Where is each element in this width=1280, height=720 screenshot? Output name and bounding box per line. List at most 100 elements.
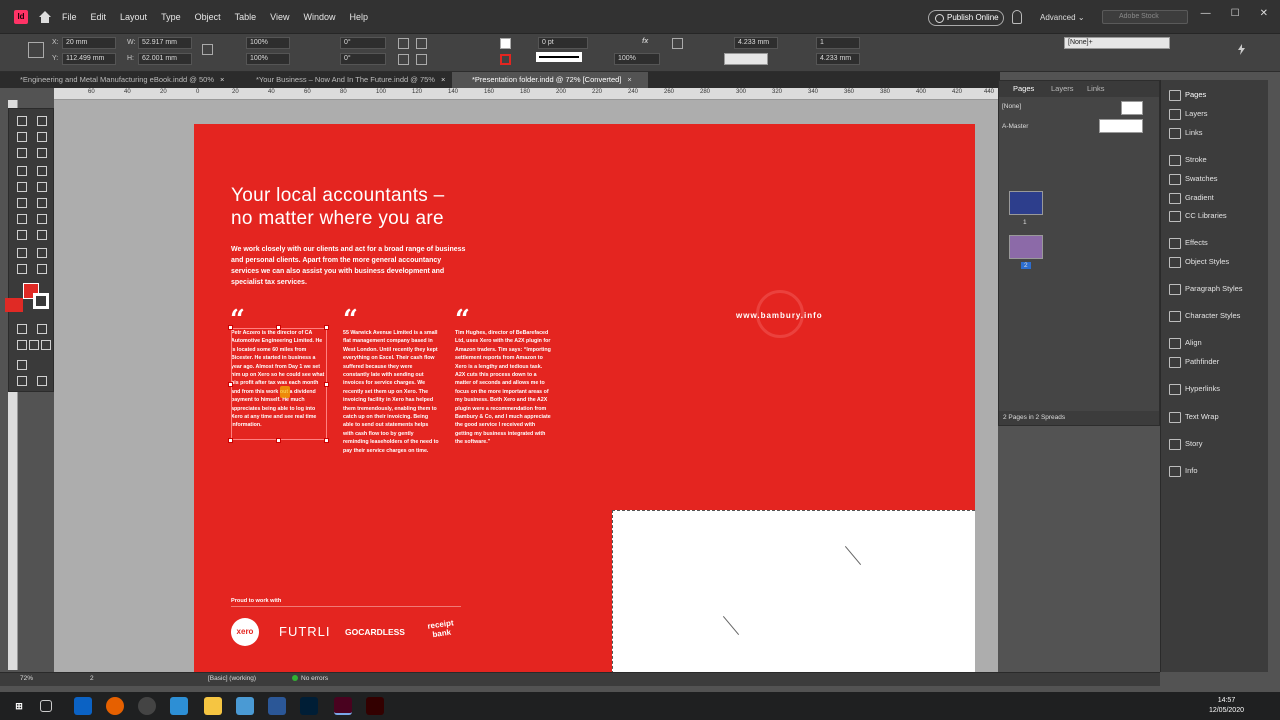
adobe-stock-search[interactable]: Adobe Stock	[1102, 10, 1188, 24]
zoom-level[interactable]: 72%	[20, 675, 33, 682]
file-explorer-icon[interactable]	[204, 697, 222, 715]
eyedropper-tool-icon[interactable]	[35, 247, 47, 258]
menu-file[interactable]: File	[62, 12, 77, 22]
apply-none-icon[interactable]	[39, 339, 51, 350]
website-url[interactable]: www.bambury.info	[736, 311, 823, 320]
dock-object-styles[interactable]: Object Styles	[1169, 257, 1229, 268]
task-view-icon[interactable]	[40, 700, 52, 712]
menu-type[interactable]: Type	[161, 12, 181, 22]
headline[interactable]: Your local accountants – no matter where…	[231, 184, 531, 230]
proud-heading[interactable]: Proud to work with	[231, 598, 281, 604]
dock-links[interactable]: Links	[1169, 128, 1203, 139]
app-icon[interactable]	[236, 697, 254, 715]
dock-paragraph-styles[interactable]: Paragraph Styles	[1169, 284, 1243, 295]
close-icon[interactable]: ×	[441, 75, 445, 84]
x-field[interactable]: 20 mm	[62, 37, 116, 49]
windows-start-icon[interactable]: ⊞	[10, 697, 28, 715]
reference-point-icon[interactable]	[28, 42, 44, 58]
a-master[interactable]: A-Master	[1002, 123, 1028, 130]
menu-object[interactable]: Object	[195, 12, 221, 22]
gradient-feather-tool-icon[interactable]	[35, 229, 47, 240]
apply-color-icon[interactable]	[15, 339, 27, 350]
document-page[interactable]: Your local accountants – no matter where…	[194, 124, 975, 672]
lightbulb-icon[interactable]	[1012, 10, 1022, 24]
resize-handle[interactable]	[276, 325, 281, 330]
app-icon[interactable]	[138, 697, 156, 715]
zoom-tool-icon[interactable]	[35, 263, 47, 274]
page-1-thumbnail[interactable]	[1009, 191, 1043, 215]
testimonial-3[interactable]: Tim Hughes, director of BeBarefaced Ltd,…	[455, 329, 551, 447]
close-icon[interactable]: ×	[627, 75, 631, 84]
align-top-icon[interactable]	[672, 38, 683, 49]
dock-stroke[interactable]: Stroke	[1169, 155, 1207, 166]
publish-online-button[interactable]: Publish Online	[928, 10, 1004, 26]
pen-tool-icon[interactable]	[15, 181, 27, 192]
resize-handle[interactable]	[228, 382, 233, 387]
resize-handle[interactable]	[324, 325, 329, 330]
menu-table[interactable]: Table	[235, 12, 257, 22]
indesign-icon[interactable]	[334, 697, 352, 715]
system-clock[interactable]: 14:57 12/05/2020	[1209, 696, 1244, 716]
tab-your-business[interactable]: *Your Business – Now And In The Future.i…	[236, 72, 454, 88]
selection-tool-icon[interactable]	[15, 115, 27, 126]
pencil-tool-icon[interactable]	[35, 181, 47, 192]
dock-info[interactable]: Info	[1169, 466, 1198, 477]
flip-horizontal-icon[interactable]	[398, 54, 409, 65]
tab-layers[interactable]: Layers	[1051, 84, 1074, 93]
none-master[interactable]: [None]	[1002, 103, 1021, 110]
direct-selection-tool-icon[interactable]	[35, 115, 47, 126]
fill-swatch-icon[interactable]	[500, 38, 511, 49]
outlook-icon[interactable]	[74, 697, 92, 715]
hand-tool-icon[interactable]	[15, 263, 27, 274]
formatting-text-icon[interactable]	[35, 323, 47, 334]
gutter-field[interactable]: 4.233 mm	[816, 53, 860, 65]
word-icon[interactable]	[268, 697, 286, 715]
page-number-field[interactable]: 2	[90, 675, 94, 682]
preflight-profile[interactable]: [Basic] (working)	[208, 675, 256, 682]
dock-gradient[interactable]: Gradient	[1169, 193, 1214, 204]
pasteboard[interactable]: Your local accountants – no matter where…	[54, 100, 998, 672]
rectangle-tool-icon[interactable]	[35, 197, 47, 208]
rotate-ccw-icon[interactable]	[416, 38, 427, 49]
preflight-status[interactable]: No errors	[292, 675, 328, 682]
note-tool-icon[interactable]	[15, 247, 27, 258]
auto-fit-field[interactable]	[724, 53, 768, 65]
resize-handle[interactable]	[228, 438, 233, 443]
intro-paragraph[interactable]: We work closely with our clients and act…	[231, 244, 467, 288]
screen-mode-icon[interactable]	[15, 359, 27, 370]
menu-view[interactable]: View	[270, 12, 289, 22]
type-tool-icon[interactable]	[15, 165, 27, 176]
dock-pages[interactable]: Pages	[1169, 90, 1206, 101]
page-tool-icon[interactable]	[15, 131, 27, 142]
flip-vertical-icon[interactable]	[416, 54, 427, 65]
preview-mode-icon[interactable]	[15, 375, 27, 386]
width-field[interactable]: 52.917 mm	[138, 37, 192, 49]
resize-handle[interactable]	[228, 325, 233, 330]
shear-field[interactable]: 0°	[340, 53, 386, 65]
scale-y-field[interactable]: 100%	[246, 53, 290, 65]
text-inset-field[interactable]: 4.233 mm	[734, 37, 778, 49]
menu-help[interactable]: Help	[349, 12, 368, 22]
opacity-field[interactable]: 100%	[614, 53, 660, 65]
dock-pathfinder[interactable]: Pathfinder	[1169, 357, 1219, 368]
app-icon[interactable]	[170, 697, 188, 715]
dock-story[interactable]: Story	[1169, 439, 1203, 450]
close-icon[interactable]: ×	[220, 75, 224, 84]
tab-presentation-folder[interactable]: *Presentation folder.indd @ 72% [Convert…	[452, 72, 648, 88]
menu-edit[interactable]: Edit	[91, 12, 107, 22]
y-field[interactable]: 112.499 mm	[62, 53, 116, 65]
testimonial-2[interactable]: 55 Warwick Avenue Limited is a small fla…	[343, 329, 439, 455]
formatting-container-icon[interactable]	[15, 323, 27, 334]
stroke-weight-field[interactable]: 0 pt	[538, 37, 588, 49]
columns-field[interactable]: 1	[816, 37, 860, 49]
free-transform-tool-icon[interactable]	[35, 213, 47, 224]
dock-cc-libraries[interactable]: CC Libraries	[1169, 211, 1227, 222]
stroke-type-selector[interactable]	[536, 52, 582, 62]
gradient-swatch-tool-icon[interactable]	[15, 229, 27, 240]
gap-tool-icon[interactable]	[35, 131, 47, 142]
stroke-swatch-icon[interactable]	[500, 54, 511, 65]
menu-window[interactable]: Window	[303, 12, 335, 22]
dock-layers[interactable]: Layers	[1169, 109, 1208, 120]
photoshop-icon[interactable]	[300, 697, 318, 715]
dock-effects[interactable]: Effects	[1169, 238, 1208, 249]
